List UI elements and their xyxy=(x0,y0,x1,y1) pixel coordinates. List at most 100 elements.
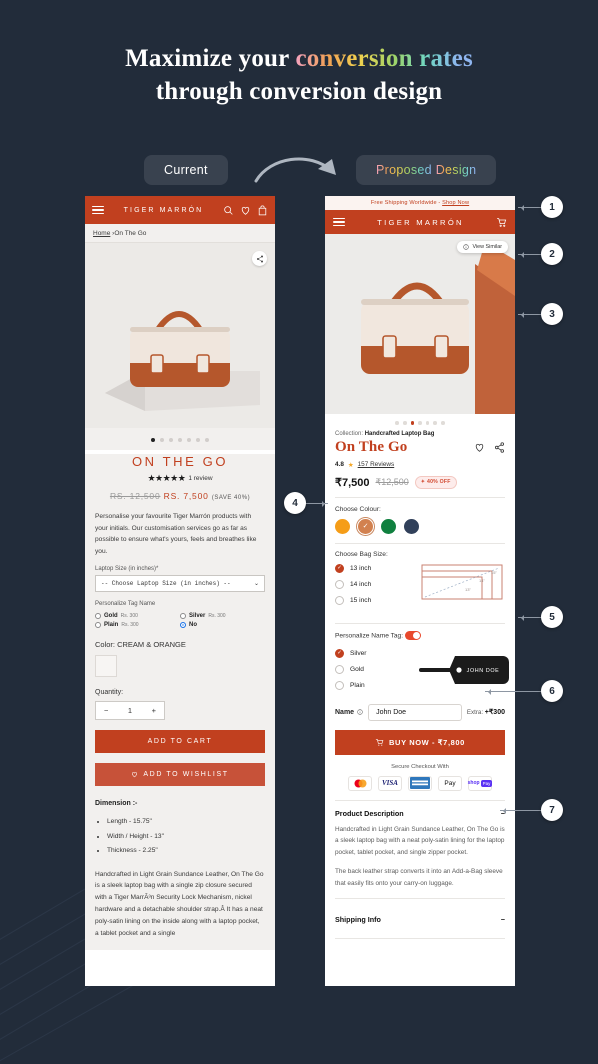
tag-option-plain[interactable]: Plain Rs. 300 xyxy=(95,622,180,629)
list-item: Thickness - 2.25" xyxy=(107,844,265,859)
carousel-dot[interactable] xyxy=(169,438,173,442)
minus-icon[interactable]: − xyxy=(501,915,505,924)
personalize-tag-label: Personalize Tag Name xyxy=(95,601,156,608)
colour-swatch-navy[interactable] xyxy=(404,518,419,534)
cart-icon[interactable] xyxy=(496,217,507,228)
share-icon[interactable] xyxy=(494,441,505,453)
proposed-design-mockup: Free Shipping Worldwide - Shop Now TIGER… xyxy=(325,196,515,986)
size-comparison-diagram: 13" 14" 15" xyxy=(421,564,503,600)
rating-value: 4.8 xyxy=(335,461,344,469)
menu-icon[interactable] xyxy=(333,217,345,227)
radio-icon-selected[interactable] xyxy=(335,648,344,658)
carousel-dot[interactable] xyxy=(403,421,407,425)
personalize-name-tag-toggle[interactable] xyxy=(404,630,421,640)
product-image[interactable] xyxy=(85,243,275,428)
heart-icon[interactable] xyxy=(240,205,251,216)
current-design-mockup: TIGER MARRÓN Home ›On The Go ON THE GO ★… xyxy=(85,196,275,986)
tag-material-option-gold[interactable]: Gold xyxy=(335,664,413,674)
dimension-list: Length - 15.75" Width / Height - 13" Thi… xyxy=(107,815,265,859)
headline-text-plain: Maximize your xyxy=(125,45,296,72)
breadcrumb-home[interactable]: Home xyxy=(93,230,110,237)
carousel-dot[interactable] xyxy=(151,438,155,442)
color-swatch[interactable] xyxy=(95,655,117,678)
radio-icon[interactable] xyxy=(95,613,101,620)
carousel-dot[interactable] xyxy=(425,421,430,425)
page-title: Maximize your conversion rates through c… xyxy=(0,0,598,108)
tag-option-no[interactable]: No xyxy=(180,622,265,629)
visa-icon: VISA xyxy=(378,775,402,791)
laptop-size-select[interactable]: -- Choose Laptop Size (in inches) -- ⌄ xyxy=(95,575,265,593)
accordion-shipping-info[interactable]: Shipping Info − xyxy=(335,907,505,930)
radio-icon[interactable] xyxy=(335,579,344,589)
tag-option-gold[interactable]: Gold Rs. 300 xyxy=(95,613,180,620)
accordion-product-description[interactable]: Product Description − xyxy=(335,801,505,824)
carousel-dot[interactable] xyxy=(395,421,400,425)
quantity-stepper[interactable]: − 1 + xyxy=(95,701,165,721)
share-button[interactable] xyxy=(252,251,267,266)
tag-option-silver[interactable]: Silver Rs. 300 xyxy=(180,613,265,620)
bag-size-option-14[interactable]: 14 inch xyxy=(335,579,413,589)
carousel-dot[interactable] xyxy=(178,438,182,442)
headline-line-1: Maximize your conversion rates xyxy=(0,42,598,75)
colour-swatch-green[interactable] xyxy=(381,518,396,534)
view-similar-label: View Similar xyxy=(472,244,502,250)
tag-option-label: Gold xyxy=(104,613,118,620)
radio-icon[interactable] xyxy=(335,595,344,605)
carousel-dots[interactable] xyxy=(85,428,275,450)
callout-line-4 xyxy=(304,500,328,507)
quantity-decrease-button[interactable]: − xyxy=(104,706,108,715)
collection-line: Collection: Handcrafted Laptop Bag xyxy=(335,431,505,437)
radio-icon[interactable] xyxy=(95,622,101,629)
bag-size-option-15[interactable]: 15 inch xyxy=(335,595,413,605)
carousel-dot[interactable] xyxy=(196,438,200,442)
carousel-dot[interactable] xyxy=(433,421,437,425)
carousel-dot-active[interactable] xyxy=(410,421,415,425)
proposed-word-2: Design xyxy=(435,163,477,177)
quantity-increase-button[interactable]: + xyxy=(152,706,156,715)
carousel-dot[interactable] xyxy=(418,421,422,425)
laptop-size-label: Laptop Size (in inches)* xyxy=(95,566,159,573)
announcement-bar[interactable]: Free Shipping Worldwide - Shop Now xyxy=(325,196,515,210)
radio-icon[interactable] xyxy=(335,664,344,674)
bag-icon[interactable] xyxy=(257,205,268,216)
tag-material-option-plain[interactable]: Plain xyxy=(335,680,413,690)
product-image-carousel[interactable]: View Similar xyxy=(325,234,515,414)
tag-material-option-silver[interactable]: Silver xyxy=(335,648,413,658)
info-icon xyxy=(463,244,470,250)
announcement-link[interactable]: Shop Now xyxy=(442,200,469,206)
menu-icon[interactable] xyxy=(92,205,104,215)
carousel-dot[interactable] xyxy=(160,438,164,442)
callout-badge-3: 3 xyxy=(541,303,563,325)
bag-size-label: 15 inch xyxy=(350,596,372,604)
add-to-wishlist-button[interactable]: ADD TO WISHLIST xyxy=(95,763,265,787)
colour-swatch-tan-selected[interactable] xyxy=(358,518,373,534)
add-to-cart-button[interactable]: ADD TO CART xyxy=(95,730,265,754)
tag-name-radio-group: Gold Rs. 300 Silver Rs. 300 Plain Rs. 30… xyxy=(95,610,265,629)
radio-icon[interactable] xyxy=(335,680,344,690)
bag-size-option-13[interactable]: 13 inch xyxy=(335,563,413,573)
mastercard-icon xyxy=(348,775,372,791)
reviews-link[interactable]: 157 Reviews xyxy=(358,461,395,468)
price-current: ₹7,500 xyxy=(335,476,370,489)
amex-icon xyxy=(408,775,432,791)
tag-option-price: Rs. 300 xyxy=(121,622,139,629)
view-similar-button[interactable]: View Similar xyxy=(457,241,508,253)
buy-now-button[interactable]: BUY NOW - ₹7,800 xyxy=(335,729,505,755)
carousel-dot[interactable] xyxy=(187,438,191,442)
carousel-dot[interactable] xyxy=(205,438,209,442)
carousel-dots[interactable] xyxy=(325,414,515,431)
headline-line-2: through conversion design xyxy=(155,78,443,105)
heart-icon[interactable] xyxy=(474,442,485,453)
extra-charge: Extra: +₹300 xyxy=(467,708,505,716)
radio-icon[interactable] xyxy=(180,613,186,620)
radio-icon-selected[interactable] xyxy=(335,563,344,573)
carousel-dot[interactable] xyxy=(440,421,445,425)
dimension-heading: Dimension :- xyxy=(95,800,138,808)
colour-swatch-orange[interactable] xyxy=(335,518,350,534)
radio-icon-selected[interactable] xyxy=(180,622,186,629)
product-title: ON THE GO xyxy=(131,454,229,469)
search-icon[interactable] xyxy=(223,205,234,216)
info-icon[interactable] xyxy=(357,709,363,715)
name-input[interactable]: John Doe xyxy=(368,703,462,721)
cart-icon xyxy=(375,738,384,746)
